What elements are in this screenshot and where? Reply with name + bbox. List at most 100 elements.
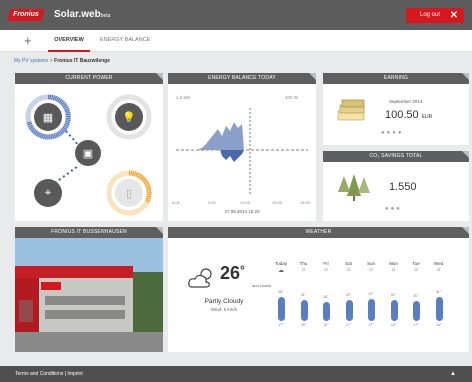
app-title: Solar.webbeta xyxy=(54,9,111,20)
footer-links[interactable]: Terms and Conditions | Imprint xyxy=(15,371,83,377)
forecast-high: 31° xyxy=(300,293,307,297)
co2-pager[interactable]: ●●● xyxy=(385,206,402,212)
forecast-low: 17° xyxy=(345,323,352,327)
breadcrumb: My PV systems > Fronius IT Bauzwilenge xyxy=(14,58,110,64)
x-tick: 12:00 xyxy=(240,200,251,205)
sun-icon: ☼ xyxy=(368,267,374,273)
sun-icon: ☼ xyxy=(413,267,419,273)
panel-title: EARNING xyxy=(323,73,469,84)
forecast-low: 17° xyxy=(368,323,374,327)
forecast-day-label: Sun xyxy=(366,261,375,266)
consumption-node[interactable]: 💡 xyxy=(115,103,143,131)
temperature-range-bar xyxy=(368,299,375,321)
forecast-day-label: Sat xyxy=(345,261,352,266)
trees-icon xyxy=(338,174,370,201)
forecast-day-label: Thu xyxy=(299,261,308,266)
tab-bar: + OVERVIEW ENERGY BALANCE xyxy=(0,30,472,52)
forecast-day-label: Mon xyxy=(389,261,398,266)
tab-energy-balance[interactable]: ENERGY BALANCE xyxy=(100,30,150,52)
system-photo-panel: FRONIUS IT BUSSENHAUSEN xyxy=(15,227,163,352)
forecast-high: 26° xyxy=(323,295,329,299)
inverter-node[interactable]: ▣ xyxy=(75,140,101,166)
temperature-range-bar xyxy=(300,300,308,321)
sun-icon: ☼ xyxy=(435,267,442,273)
temperature-range-bar xyxy=(323,302,330,321)
close-icon: ✕ xyxy=(449,10,458,21)
earning-value: 100.50 EUR xyxy=(385,109,433,121)
battery-node[interactable]: ▯ xyxy=(115,179,143,207)
energy-balance-chart xyxy=(176,108,308,196)
pv-array-node[interactable]: ▦ xyxy=(34,103,62,131)
breadcrumb-link[interactable]: My PV systems xyxy=(14,58,48,64)
energy-balance-panel: ENERGY BALANCE TODAY 1.0 kW 400 W 6:00 9… xyxy=(168,73,316,221)
forecast-low: 16° xyxy=(435,323,442,327)
current-power-panel: CURRENT POWER ▦ 💡 ▣ ⌖ ▯ xyxy=(15,73,163,221)
inverter-icon: ▣ xyxy=(82,147,94,160)
scroll-top-icon[interactable]: ▲ xyxy=(450,366,456,382)
temperature-range-bar xyxy=(390,300,398,321)
money-stack-icon xyxy=(337,99,365,121)
chart-date-label: 27.08.2014 15:20 xyxy=(224,209,260,214)
current-temperature: 26° xyxy=(220,263,245,283)
panel-title: ENERGY BALANCE TODAY xyxy=(168,73,316,84)
panel-title: WEATHER xyxy=(168,227,469,238)
panel-title: CURRENT POWER xyxy=(15,73,163,84)
forecast-day: Wed ☼ 31° 16° xyxy=(429,261,449,327)
forecast-high: 31° xyxy=(435,290,442,294)
logout-label: Log out xyxy=(420,12,441,18)
earning-pager[interactable]: ●●●● xyxy=(381,130,404,136)
forecast-day: Fri ☼ 26° 16° xyxy=(316,261,336,327)
power-pylon-icon: ⌖ xyxy=(44,186,52,199)
forecast-low: 17° xyxy=(413,323,419,327)
panel-title: FRONIUS IT BUSSENHAUSEN xyxy=(15,227,163,238)
forecast-low: 18° xyxy=(300,323,307,327)
sun-icon: ☼ xyxy=(345,267,352,273)
forecast-day: Thu ☼ 31° 18° xyxy=(294,261,314,327)
tab-overview[interactable]: OVERVIEW xyxy=(48,30,90,52)
sun-icon: ☼ xyxy=(300,267,307,273)
light-bulb-icon: 💡 xyxy=(122,111,136,124)
forecast-day-label: Tue xyxy=(412,261,420,266)
footer: Terms and Conditions | Imprint ▲ xyxy=(0,366,472,382)
x-tick: 15:00 xyxy=(272,200,283,205)
co2-value: 1.550 xyxy=(389,181,417,193)
sun-icon: ☼ xyxy=(323,267,329,273)
forecast-low: 16° xyxy=(323,323,329,327)
fronius-logo[interactable]: Fronius xyxy=(7,9,45,21)
forecast-high: 31° xyxy=(390,293,397,297)
forecast-day: Sat ☼ 29° 17° xyxy=(339,261,359,327)
building-photo xyxy=(15,238,163,352)
temperature-range-bar xyxy=(435,297,443,321)
x-tick: 6:00 xyxy=(172,200,180,205)
cloud-icon: ☁ xyxy=(278,268,284,274)
consumption-area xyxy=(220,150,244,162)
forecast-high: 31° xyxy=(368,292,374,296)
sun-icon: ☼ xyxy=(390,267,397,273)
add-tab-button[interactable]: + xyxy=(24,33,32,48)
forecast-day: Mon ☼ 31° 18° xyxy=(384,261,404,327)
forecast-day-label: Wed xyxy=(433,261,444,266)
forecast-day-label: Today xyxy=(274,261,287,266)
x-tick: 9:00 xyxy=(208,200,216,205)
earning-panel: EARNING September 2014 100.50 EUR ●●●● xyxy=(323,73,469,145)
logout-button[interactable]: Log out ✕ xyxy=(406,8,464,23)
production-area xyxy=(196,122,244,150)
forecast-high: 30° xyxy=(413,294,419,298)
temperature-range-bar xyxy=(345,300,353,321)
battery-icon: ▯ xyxy=(125,187,133,200)
forecast-day: Tue ☼ 30° 17° xyxy=(406,261,426,327)
breadcrumb-current: Fronius IT Bauzwilenge xyxy=(54,58,110,64)
weather-panel: WEATHER 26° and cloudy Partly Cloudy Win… xyxy=(168,227,469,352)
temperature-range-bar xyxy=(278,297,285,321)
weather-subtext: and cloudy xyxy=(252,283,272,288)
temperature-range-bar xyxy=(413,301,420,321)
x-tick: 18:00 xyxy=(300,200,311,205)
grid-node[interactable]: ⌖ xyxy=(34,179,62,207)
forecast-high: 29° xyxy=(345,293,352,297)
co2-savings-panel: CO₂ SAVINGS TOTAL 1.550 ●●● xyxy=(323,151,469,221)
earning-period: September 2014 xyxy=(389,99,423,104)
forecast-high: 28° xyxy=(278,290,284,294)
forecast-low: 17° xyxy=(278,323,284,327)
forecast-day: Today ☁ 28° 17° xyxy=(271,261,291,327)
forecast-low: 18° xyxy=(390,323,397,327)
